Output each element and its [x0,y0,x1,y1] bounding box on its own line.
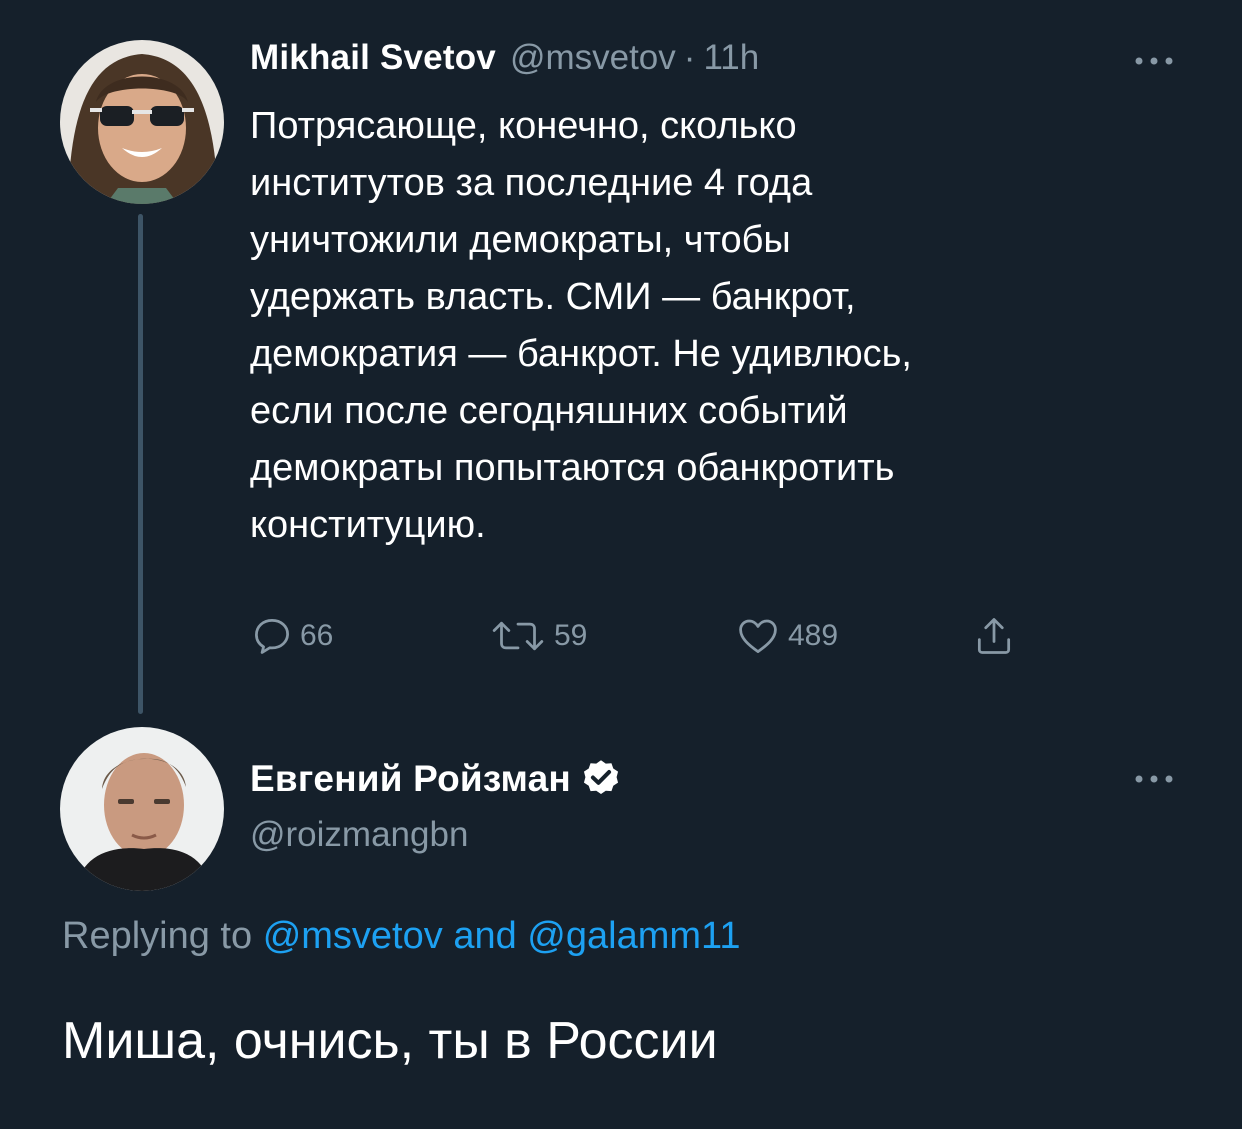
replying-to-label: Replying to [62,915,253,957]
tweet-timestamp[interactable]: 11h [703,38,759,78]
more-options-button[interactable] [1124,46,1184,76]
ellipsis-icon [1135,775,1173,783]
ellipsis-icon [1135,57,1173,65]
reply-tweet-body: Миша, очнись, ты в России [62,1012,718,1070]
avatar-roizmangbn[interactable] [60,727,224,891]
tweet-action-bar: 66 59 489 [250,612,1050,660]
reply-button[interactable]: 66 [250,612,333,660]
reply-tweet-header: Евгений Ройзман [250,752,623,806]
like-count: 489 [788,619,839,652]
retweet-icon [492,621,544,651]
verified-badge-icon [583,760,618,795]
parent-tweet-header: Mikhail Svetov @msvetov · 11h [250,38,759,90]
reply-icon [255,619,289,654]
mention-link-msvetov[interactable]: @msvetov [263,915,443,957]
share-button[interactable] [972,612,1016,660]
retweet-count: 59 [554,619,588,652]
more-options-button[interactable] [1124,764,1184,794]
replying-conjunction[interactable]: and [453,915,516,957]
avatar-msvetov[interactable] [60,40,224,204]
share-icon [977,618,1011,654]
thread-connector-line [138,214,143,714]
author-handle[interactable]: @msvetov [510,38,676,78]
avatar-msvetov-image [60,40,224,204]
avatar-roizmangbn-image [60,727,224,891]
retweet-button[interactable]: 59 [488,612,587,660]
replying-to-line: Replying to @msvetov and @galamm11 [62,915,740,958]
tweet-body: Потрясающе, конечно, сколько институтов … [250,105,912,546]
separator-dot: · [683,38,696,77]
heart-icon [739,619,777,653]
like-button[interactable]: 489 [734,612,838,660]
author-name[interactable]: Евгений Ройзман [250,758,571,800]
reply-count: 66 [300,619,334,652]
author-handle[interactable]: @roizmangbn [250,815,468,855]
mention-link-galamm11[interactable]: @galamm11 [527,915,740,957]
author-name[interactable]: Mikhail Svetov [250,38,496,78]
